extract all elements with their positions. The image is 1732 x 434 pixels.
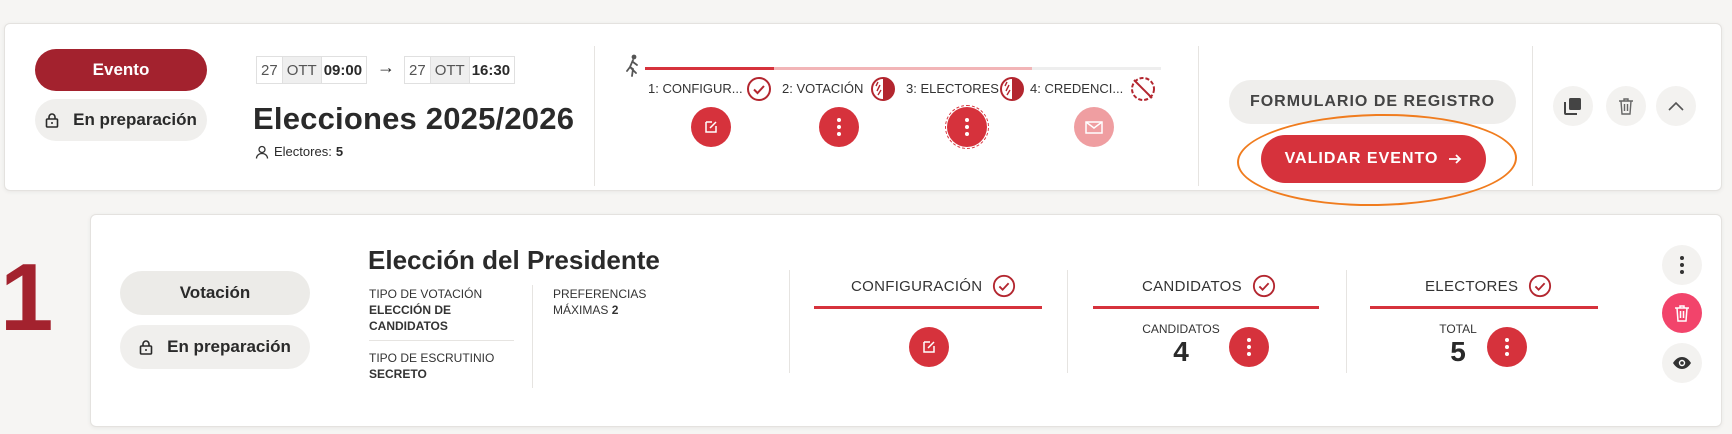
end-time: 16:30 (469, 56, 516, 84)
progress-complete-segment (645, 67, 774, 70)
trash-icon (1675, 305, 1689, 322)
vote-status-badge: En preparación (120, 325, 310, 369)
step-2-label: 2: VOTACIÓN (782, 81, 864, 96)
date-arrow: → (377, 57, 395, 77)
kebab-icon (1680, 256, 1684, 274)
start-time: 09:00 (321, 56, 368, 84)
step-4-label: 4: CREDENCI... (1030, 81, 1124, 96)
vote-index-number: 1 (0, 244, 54, 351)
config-edit-button[interactable] (909, 327, 949, 367)
trash-icon (1619, 98, 1633, 115)
kebab-icon (837, 118, 841, 122)
check-circle-icon (747, 77, 771, 101)
event-card: Evento En preparación 27 OTT 09:00 → 27 … (4, 23, 1722, 209)
event-type-badge: Evento (35, 49, 207, 91)
half-circle-icon (1000, 77, 1024, 101)
highlight-annotation (1236, 111, 1518, 209)
delete-vote-button[interactable] (1662, 293, 1702, 333)
vote-status-label: En preparación (167, 337, 291, 356)
step-3-label: 3: ELECTORES (906, 81, 999, 96)
event-status-badge: En preparación (35, 99, 207, 141)
voting-type-value: ELECCIÓN DE CANDIDATOS (369, 303, 452, 333)
voters-section-header: ELECTORES (1425, 274, 1552, 298)
event-start-date: 27 OTT 09:00 (256, 56, 368, 84)
step-4-send-button[interactable] (1074, 107, 1114, 147)
edit-icon (923, 341, 935, 353)
end-month: OTT (430, 56, 470, 84)
voters-section-bar (1370, 306, 1598, 309)
voters-stat-value: 5 (1450, 336, 1466, 367)
step-3-menu-button[interactable] (945, 105, 989, 149)
vote-title: Elección del Presidente (368, 245, 660, 275)
max-preferences-field: PREFERENCIAS MÁXIMAS 2 (553, 286, 673, 318)
max-preferences-value: 2 (611, 303, 619, 317)
candidates-menu-button[interactable] (1229, 327, 1269, 367)
voters-value: 5 (335, 144, 344, 159)
divider (789, 270, 790, 373)
event-voters-count: Electores: 5 (255, 144, 343, 159)
kebab-icon (1505, 338, 1509, 342)
divider (369, 340, 514, 341)
voters-stat-label: TOTAL (1439, 322, 1477, 336)
kebab-icon (965, 118, 969, 122)
half-circle-icon (871, 77, 895, 101)
max-preferences-label: PREFERENCIAS MÁXIMAS (553, 287, 647, 317)
kebab-icon (1247, 338, 1251, 342)
step-1-edit-button[interactable] (691, 107, 731, 147)
scrutiny-type-value: SECRETO (369, 367, 427, 381)
eye-icon (1673, 357, 1691, 369)
delete-event-button[interactable] (1606, 86, 1646, 126)
lock-icon (45, 113, 59, 128)
voting-type-field: TIPO DE VOTACIÓN ELECCIÓN DE CANDIDATOS (369, 286, 509, 334)
scrutiny-type-label: TIPO DE ESCRUTINIO (369, 351, 495, 365)
check-circle-icon (1252, 274, 1276, 298)
vote-more-button[interactable] (1662, 245, 1702, 285)
config-section-header: CONFIGURACIÓN (851, 274, 1016, 298)
vote-type-label: Votación (179, 283, 251, 302)
step-1-label: 1: CONFIGUR... (648, 81, 743, 96)
vote-card: Votación En preparación (90, 214, 1722, 427)
chevron-up-icon (1668, 101, 1684, 111)
end-day: 27 (404, 56, 431, 84)
vote-type-badge: Votación (120, 271, 310, 315)
event-type-label: Evento (92, 60, 150, 79)
candidates-section-title: CANDIDATOS (1142, 277, 1242, 295)
step-2-menu-button[interactable] (819, 107, 859, 147)
copy-event-button[interactable] (1553, 86, 1593, 126)
voters-menu-button[interactable] (1487, 327, 1527, 367)
divider (1346, 270, 1347, 373)
divider (594, 46, 595, 186)
blocked-icon (1131, 77, 1155, 101)
divider (1067, 270, 1068, 373)
event-title: Elecciones 2025/2026 (253, 101, 575, 136)
candidates-stat-value: 4 (1173, 336, 1189, 367)
scrutiny-type-field: TIPO DE ESCRUTINIO SECRETO (369, 350, 519, 382)
candidates-stat-label: CANDIDATOS (1142, 322, 1220, 336)
copy-icon (1564, 98, 1581, 115)
lock-icon (139, 340, 153, 355)
candidates-section-bar (1093, 306, 1319, 309)
voters-label: Electores: (274, 144, 332, 159)
voting-type-label: TIPO DE VOTACIÓN (369, 287, 483, 301)
start-day: 27 (256, 56, 283, 84)
divider (1532, 46, 1533, 186)
envelope-icon (1085, 121, 1103, 134)
user-icon (255, 145, 269, 159)
divider (1198, 46, 1199, 186)
event-end-date: 27 OTT 16:30 (404, 56, 516, 84)
check-circle-icon (1529, 274, 1552, 298)
event-status-label: En preparación (73, 110, 197, 129)
collapse-event-button[interactable] (1656, 86, 1696, 126)
check-circle-icon (993, 274, 1016, 298)
config-section-bar (814, 306, 1042, 309)
walking-person-icon (626, 54, 638, 77)
divider (532, 285, 533, 388)
voters-section-title: ELECTORES (1425, 277, 1519, 295)
candidates-section-header: CANDIDATOS (1142, 274, 1276, 298)
start-month: OTT (282, 56, 322, 84)
view-vote-button[interactable] (1662, 343, 1702, 383)
edit-icon (705, 121, 717, 133)
config-section-title: CONFIGURACIÓN (851, 277, 983, 295)
